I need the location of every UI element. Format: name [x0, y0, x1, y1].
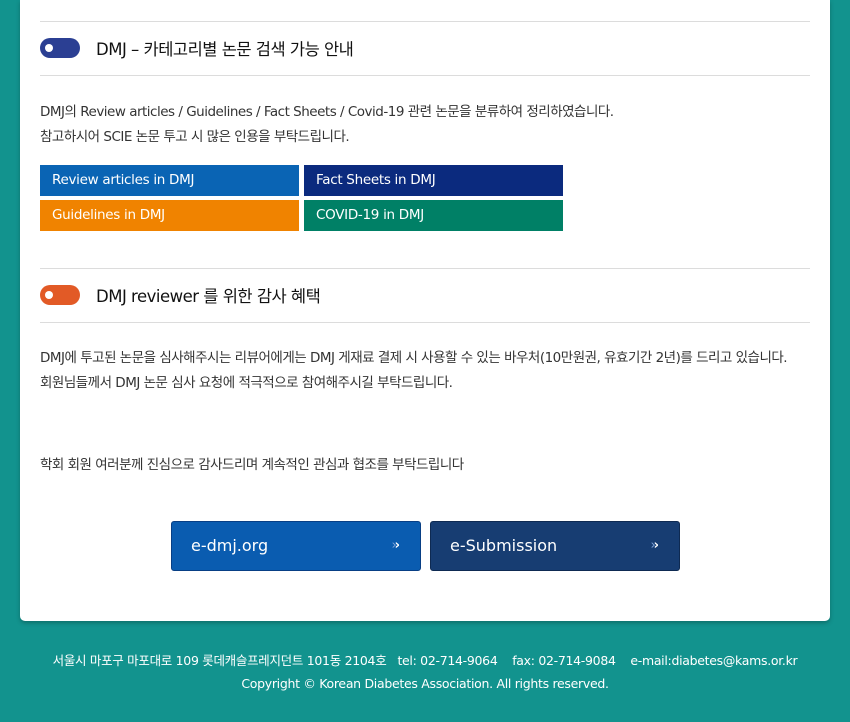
- divider: [40, 21, 810, 22]
- guidelines-button[interactable]: Guidelines in DMJ: [40, 200, 299, 231]
- footer-copyright: Copyright © Korean Diabetes Association.…: [241, 676, 609, 691]
- section-header-category: DMJ – 카테고리별 논문 검색 가능 안내: [40, 37, 354, 59]
- footer-address: 서울시 마포구 마포대로 109 롯데캐슬프레지던트 101동 2104호: [52, 653, 387, 668]
- footer-email[interactable]: e-mail:diabetes@kams.or.kr: [630, 653, 797, 668]
- section-text: 회원님들께서 DMJ 논문 심사 요청에 적극적으로 참여해주시길 부탁드립니다…: [40, 375, 453, 391]
- section-title: DMJ reviewer 를 위한 감사 혜택: [96, 287, 321, 306]
- double-chevron-right-icon: ››: [650, 538, 659, 553]
- edmj-button-label: e-dmj.org: [191, 536, 269, 555]
- section-header-reviewer: DMJ reviewer 를 위한 감사 혜택: [40, 284, 321, 306]
- thanks-text: 학회 회원 여러분께 진심으로 감사드리며 계속적인 관심과 협조를 부탁드립니…: [40, 457, 464, 473]
- fact-sheets-button[interactable]: Fact Sheets in DMJ: [304, 165, 563, 196]
- divider: [40, 322, 810, 323]
- section-text: DMJ에 투고된 논문을 심사해주시는 리뷰어에게는 DMJ 게재료 결제 시 …: [40, 350, 788, 366]
- footer-contact: 서울시 마포구 마포대로 109 롯데캐슬프레지던트 101동 2104호 te…: [0, 650, 850, 669]
- divider: [40, 268, 810, 269]
- section-text: 참고하시어 SCIE 논문 투고 시 많은 인용을 부탁드립니다.: [40, 129, 350, 145]
- double-chevron-right-icon: ››: [391, 538, 400, 553]
- section-title: DMJ – 카테고리별 논문 검색 가능 안내: [96, 40, 354, 59]
- content-card: DMJ – 카테고리별 논문 검색 가능 안내 DMJ의 Review arti…: [20, 0, 830, 621]
- review-articles-button[interactable]: Review articles in DMJ: [40, 165, 299, 196]
- esubmission-button[interactable]: e-Submission ››: [430, 521, 680, 571]
- toggle-icon: [40, 38, 80, 58]
- divider: [40, 75, 810, 76]
- esubmission-button-label: e-Submission: [450, 536, 558, 555]
- edmj-button[interactable]: e-dmj.org ››: [171, 521, 421, 571]
- covid19-button[interactable]: COVID-19 in DMJ: [304, 200, 563, 231]
- footer-tel: tel: 02-714-9064: [397, 653, 498, 668]
- footer-fax: fax: 02-714-9084: [512, 653, 616, 668]
- toggle-icon: [40, 285, 80, 305]
- section-text: DMJ의 Review articles / Guidelines / Fact…: [40, 104, 614, 120]
